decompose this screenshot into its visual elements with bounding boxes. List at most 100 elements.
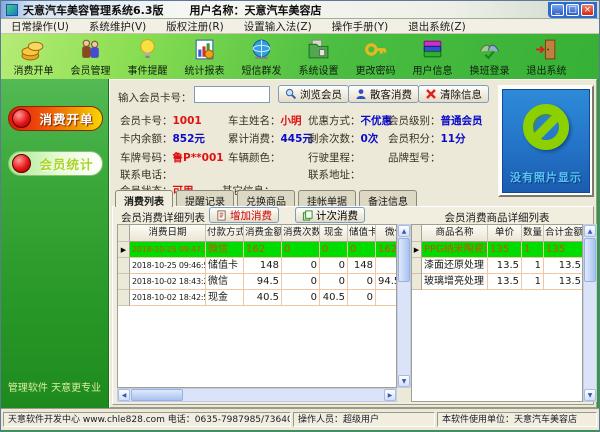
menu-manual[interactable]: 操作手册(Y) [332, 19, 389, 34]
count-consume-button[interactable]: 计次消费 [295, 207, 365, 223]
field-mileage: 行驶里程： [308, 150, 361, 165]
toolbar-user-info[interactable]: 用户信息 [404, 35, 461, 79]
field-member-points: 会员积分：11分 [388, 131, 466, 146]
scrollbar-corner [397, 388, 411, 402]
menu-exit[interactable]: 退出系统(Z) [408, 19, 465, 34]
toolbar-shift-login[interactable]: 换班登录 [461, 35, 518, 79]
exit-door-icon [534, 37, 559, 62]
title-bar: 天意汽车美容管理系统6.3版 用户名称：天意汽车美容店 _ □ × [1, 1, 599, 19]
consumption-table: 消费日期 付款方式 消费金额 消费次数 现金 储值卡 微信 ▶ 2018-10-… [117, 224, 397, 388]
toolbar-member-manage[interactable]: 会员管理 [62, 35, 119, 79]
tab-remarks[interactable]: 备注信息 [359, 190, 417, 207]
table-row[interactable]: ▶ PPG纳米陶瓷清漆 135 1 135 [412, 242, 583, 258]
toolbar: 消费开单 会员管理 事件提醒 统计报表 短信群发 系统设置 更改密码 用户信息 [1, 34, 599, 79]
tab-exchange-goods[interactable]: 兑换商品 [237, 190, 295, 207]
bulb-icon [135, 37, 160, 62]
sidebar: 消费开单 会员统计 管理软件 天意更专业 [1, 79, 109, 408]
table-row[interactable]: 漆面还原处理 13.5 1 13.5 [412, 258, 583, 274]
toolbar-change-password[interactable]: 更改密码 [347, 35, 404, 79]
members-icon [78, 37, 103, 62]
menu-daily-operation[interactable]: 日常操作(U) [11, 19, 69, 34]
menu-input-method[interactable]: 设置输入法(Z) [244, 19, 312, 34]
field-member-level: 会员级别：普通会员 [388, 113, 483, 128]
scroll-down-arrow[interactable]: ▼ [584, 389, 596, 401]
sidebar-consume-order-button[interactable]: 消费开单 [8, 106, 103, 131]
toolbar-event-remind[interactable]: 事件提醒 [119, 35, 176, 79]
browse-member-button[interactable]: 浏览会员 [278, 85, 349, 103]
tab-consume-list[interactable]: 消费列表 [115, 190, 173, 207]
copy-sheet-icon [302, 210, 313, 221]
red-sphere-icon [12, 154, 31, 173]
sms-globe-icon [249, 37, 274, 62]
menu-copyright-register[interactable]: 版权注册(R) [166, 19, 224, 34]
toolbar-exit[interactable]: 退出系统 [518, 35, 575, 79]
goods-detail-title: 会员消费商品详细列表 [411, 210, 583, 225]
member-photo-panel: 没有照片显示 [498, 85, 594, 197]
row-marker: ▶ [118, 242, 130, 258]
tab-remind-records[interactable]: 提醒记录 [176, 190, 234, 207]
person-icon [355, 88, 367, 100]
field-discount-type: 优惠方式：不优惠 [308, 113, 392, 128]
goods-table: 商品名称 单价 数量 合计金额 ▶ PPG纳米陶瓷清漆 135 1 135 漆面… [411, 224, 583, 402]
status-bar: 天意软件开发中心 www.chle828.com 电话：0635-7987985… [1, 408, 599, 430]
scroll-left-arrow[interactable]: ◀ [118, 389, 130, 401]
status-operator: 操作人员：超级用户 [293, 412, 435, 427]
magnifier-icon [285, 88, 297, 100]
window-title: 天意汽车美容管理系统6.3版 [23, 2, 164, 18]
notepad-icon [216, 210, 227, 221]
scroll-down-arrow[interactable]: ▼ [398, 375, 410, 387]
guest-consume-button[interactable]: 散客消费 [348, 85, 419, 103]
close-button[interactable]: × [581, 4, 594, 16]
table-row[interactable]: 2018-10-02 18:43:20 微信 94.5 0 0 0 94.5 [118, 274, 397, 290]
sidebar-slogan: 管理软件 天意更专业 [1, 379, 108, 394]
consume-detail-title: 会员消费详细列表 [121, 210, 205, 225]
table-row[interactable]: ▶ 2018-10-25 09:47:27 微信 162 0 0 0 162 [118, 242, 397, 258]
field-phone: 联系电话： [120, 167, 173, 182]
toolbar-sms[interactable]: 短信群发 [233, 35, 290, 79]
add-consume-button[interactable]: 增加消费 [209, 207, 279, 223]
status-developer-info: 天意软件开发中心 www.chle828.com 电话：0635-7987985… [3, 412, 291, 427]
app-window: 天意汽车美容管理系统6.3版 用户名称：天意汽车美容店 _ □ × 日常操作(U… [0, 0, 600, 432]
scroll-right-arrow[interactable]: ▶ [384, 389, 396, 401]
app-icon [6, 4, 18, 16]
toolbar-report[interactable]: 统计报表 [176, 35, 233, 79]
field-car-color: 车辆颜色： [228, 150, 281, 165]
field-owner-name: 车主姓名：小明 [228, 113, 302, 128]
coins-icon [21, 37, 46, 62]
menu-system-maintain[interactable]: 系统维护(V) [89, 19, 146, 34]
window-controls: _ □ × [548, 2, 597, 18]
tab-strip: 消费列表 提醒记录 兑换商品 挂帐单据 备注信息 [115, 190, 417, 207]
table-row[interactable]: 玻璃增亮处理 13.5 1 13.5 [412, 274, 583, 290]
red-x-icon [425, 88, 437, 100]
scrollbar-thumb[interactable] [584, 238, 596, 282]
toolbar-settings[interactable]: 系统设置 [290, 35, 347, 79]
scrollbar-thumb[interactable] [131, 389, 183, 401]
field-remaining-times: 剩余次数：0次 [308, 131, 378, 146]
maximize-button[interactable]: □ [566, 4, 579, 16]
books-icon [420, 37, 445, 62]
scroll-up-arrow[interactable]: ▲ [398, 225, 410, 237]
toolbar-consume-order[interactable]: 消费开单 [5, 35, 62, 79]
consumption-table-vscrollbar[interactable]: ▲ ▼ [397, 224, 411, 388]
shift-login-icon [477, 37, 502, 62]
scroll-up-arrow[interactable]: ▲ [584, 225, 596, 237]
red-sphere-icon [12, 109, 31, 128]
sidebar-member-stats-button[interactable]: 会员统计 [8, 151, 103, 176]
field-brand-model: 品牌型号： [388, 150, 441, 165]
minimize-button[interactable]: _ [551, 4, 564, 16]
card-number-label: 输入会员卡号： [118, 90, 192, 105]
card-number-input[interactable] [194, 86, 270, 103]
clear-info-button[interactable]: 清除信息 [418, 85, 489, 103]
menu-bar: 日常操作(U) 系统维护(V) 版权注册(R) 设置输入法(Z) 操作手册(Y)… [1, 19, 599, 34]
table-row[interactable]: 2018-10-25 09:46:55 储值卡 148 0 0 148 [118, 258, 397, 274]
settings-folder-icon [306, 37, 331, 62]
field-plate-number: 车牌号码：鲁P**001 [120, 150, 224, 165]
goods-table-vscrollbar[interactable]: ▲ ▼ [583, 224, 597, 402]
consumption-table-hscrollbar[interactable]: ◀ ▶ [117, 388, 397, 402]
table-row[interactable]: 2018-10-02 18:42:58 现金 40.5 0 40.5 0 [118, 290, 397, 306]
scrollbar-thumb[interactable] [398, 238, 410, 282]
no-photo-watermark: 没有照片显示 [503, 169, 589, 185]
row-marker: ▶ [412, 242, 422, 258]
field-card-number: 会员卡号：1001 [120, 113, 202, 128]
tab-credit-bills[interactable]: 挂帐单据 [298, 190, 356, 207]
